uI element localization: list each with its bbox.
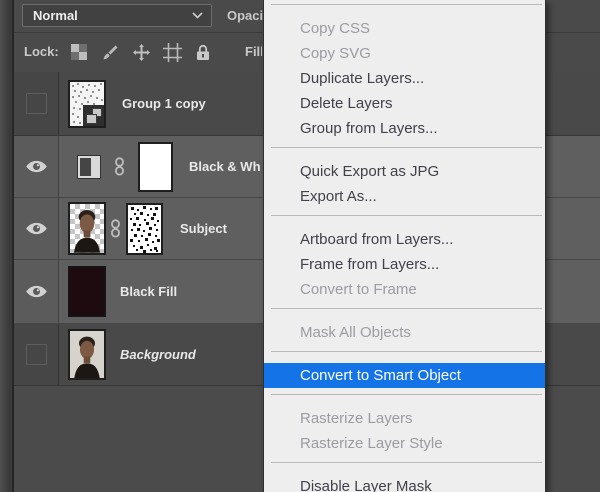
layer-thumbnail-fill[interactable] [68, 266, 106, 317]
menu-item-convert-to-frame: Convert to Frame [300, 281, 417, 298]
menu-item-rasterize-layers: Rasterize Layers [300, 410, 413, 427]
lock-all-icon[interactable] [193, 42, 213, 62]
layer-thumbnail-background[interactable] [68, 329, 106, 380]
lock-label: Lock: [24, 44, 59, 59]
eye-icon [25, 222, 47, 235]
menu-item-group-from-layers[interactable]: Group from Layers... [264, 116, 545, 141]
layer-name: Subject [180, 221, 227, 236]
link-mask-icon[interactable] [110, 219, 121, 238]
group-badge-icon [83, 104, 104, 126]
menu-separator [271, 147, 542, 148]
menu-separator [271, 4, 542, 5]
menu-item-disable-layer-mask[interactable]: Disable Layer Mask [264, 474, 545, 492]
menu-item-mask-all-objects: Mask All Objects [300, 324, 411, 341]
menu-item-copy-svg: Copy SVG [300, 45, 371, 62]
menu-item-convert-to-smart-object[interactable]: Convert to Smart Object [264, 363, 545, 388]
layer-name: Group 1 copy [122, 96, 206, 111]
menu-item-frame-from-layers[interactable]: Frame from Layers... [264, 252, 545, 277]
photoshop-layers-panel: Normal Opacity: Lock: Fil [0, 0, 600, 492]
fill-label: Fill: [245, 44, 262, 59]
adjustment-layer-icon[interactable] [78, 155, 100, 178]
layer-name: Black & Wh [189, 159, 261, 174]
context-menu: Copy CSS Copy SVG Duplicate Layers... Delet… [263, 0, 546, 492]
lock-transparency-icon[interactable] [69, 42, 89, 62]
layer-name: Black Fill [120, 284, 178, 299]
visibility-toggle[interactable] [14, 136, 59, 197]
eye-icon [25, 285, 47, 298]
visibility-toggle[interactable] [14, 260, 59, 323]
layer-name: Background [120, 347, 196, 362]
menu-item-rasterize-layer-style: Rasterize Layer Style [300, 435, 443, 452]
menu-item-duplicate-layers[interactable]: Duplicate Layers... [264, 66, 545, 91]
visibility-toggle[interactable] [14, 198, 59, 259]
layer-thumbnail-subject[interactable] [68, 202, 106, 255]
visibility-checkbox-empty [25, 93, 47, 114]
lock-icons [69, 42, 213, 62]
layer-thumbnail-group[interactable] [68, 79, 106, 128]
menu-item-copy-css: Copy CSS [300, 20, 371, 37]
lock-position-icon[interactable] [131, 42, 151, 62]
menu-separator [271, 462, 542, 463]
menu-item-export-as[interactable]: Export As... [264, 184, 545, 209]
opacity-label: Opacity: [227, 8, 263, 23]
lock-pixels-icon[interactable] [100, 42, 120, 62]
panel-left-edge [0, 0, 14, 492]
layer-mask-thumbnail[interactable] [138, 141, 173, 192]
menu-separator [271, 215, 542, 216]
menu-separator [271, 394, 542, 395]
layer-mask-thumbnail-noise[interactable] [126, 202, 163, 255]
visibility-toggle[interactable] [14, 72, 59, 135]
visibility-checkbox-empty [25, 344, 47, 365]
link-mask-icon[interactable] [114, 157, 125, 176]
menu-separator [271, 351, 542, 352]
visibility-toggle[interactable] [14, 324, 59, 385]
chevron-down-icon [192, 12, 203, 19]
lock-nesting-icon[interactable] [162, 42, 182, 62]
blend-mode-value: Normal [33, 8, 78, 23]
menu-item-quick-export-as-jpg[interactable]: Quick Export as JPG [264, 159, 545, 184]
blend-mode-dropdown[interactable]: Normal [22, 4, 212, 27]
menu-item-delete-layers[interactable]: Delete Layers [264, 91, 545, 116]
menu-separator [271, 308, 542, 309]
menu-item-artboard-from-layers[interactable]: Artboard from Layers... [264, 227, 545, 252]
eye-icon [25, 160, 47, 173]
